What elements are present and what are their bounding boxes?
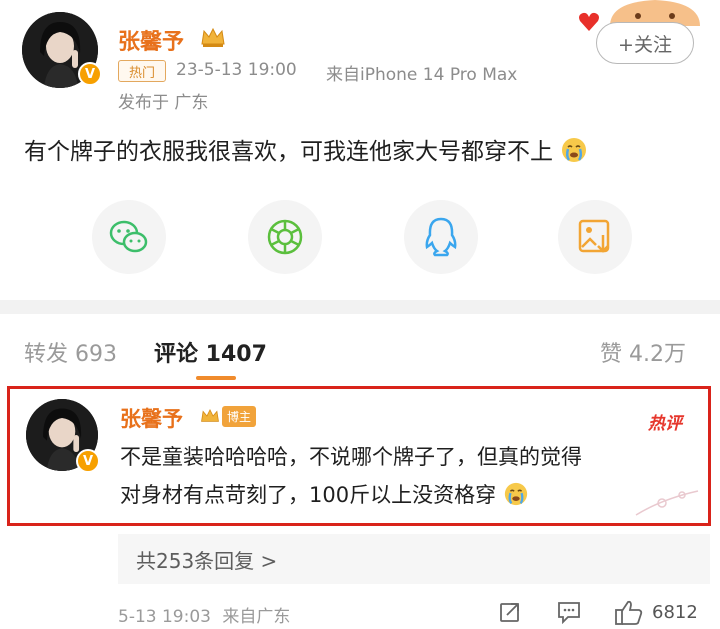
- comment-datetime: 5-13 19:03: [118, 607, 211, 627]
- comment-meta: 5-13 19:03 来自广东: [118, 602, 290, 627]
- active-tab-indicator: [196, 376, 236, 380]
- wechat-icon: [109, 220, 148, 253]
- blogger-tag: 博主: [222, 405, 257, 427]
- heart-decoration-icon: [579, 12, 599, 32]
- hot-tag: 热门: [118, 60, 166, 82]
- view-replies-link[interactable]: 共253条回复 >: [118, 534, 710, 584]
- interaction-tabs: 转发 693 评论 1407 赞 4.2万: [0, 314, 720, 386]
- post-text: 有个牌子的衣服我很喜欢，可我连他家大号都穿不上: [24, 132, 588, 166]
- moments-icon: [267, 219, 303, 255]
- verified-badge-icon: V: [78, 62, 102, 86]
- post-location: 发布于 广东: [118, 93, 209, 113]
- section-divider: [0, 300, 720, 314]
- tab-like[interactable]: 赞 4.2万: [600, 336, 686, 368]
- comment-footer: 5-13 19:03 来自广东 6812: [0, 592, 720, 629]
- post-source: 来自iPhone 14 Pro Max: [326, 65, 518, 85]
- save-image-button[interactable]: [558, 200, 632, 274]
- follow-button[interactable]: +关注: [596, 22, 694, 64]
- post-text-content: 有个牌子的衣服我很喜欢，可我连他家大号都穿不上: [24, 139, 553, 165]
- flower-decoration-icon: [635, 490, 699, 516]
- comment-source: 来自广东: [222, 607, 291, 627]
- hot-comment-tag: 热评: [648, 414, 682, 434]
- wechat-share-button[interactable]: [92, 200, 166, 274]
- thumbs-up-icon[interactable]: [614, 600, 644, 626]
- tab-repost[interactable]: 转发 693: [24, 336, 117, 368]
- post-author-name[interactable]: 张馨予: [118, 24, 184, 56]
- tab-comment[interactable]: 评论 1407: [154, 336, 267, 368]
- comment-author-name[interactable]: 张馨予: [120, 403, 183, 433]
- save-image-icon: [578, 219, 610, 253]
- crown-icon: [201, 408, 219, 422]
- share-row: [0, 196, 720, 276]
- post-datetime: 23-5-13 19:00: [176, 60, 297, 80]
- crown-icon: [201, 27, 225, 47]
- qq-icon: [425, 217, 457, 257]
- comment-like-count: 6812: [652, 602, 698, 623]
- cry-emoji-icon: [562, 138, 587, 162]
- moments-share-button[interactable]: [248, 200, 322, 274]
- comment-verified-badge-icon: V: [76, 449, 100, 473]
- comment-text-line-1: 不是童装哈哈哈哈，不说哪个牌子了，但真的觉得: [120, 445, 582, 469]
- comment-icon[interactable]: [556, 600, 582, 624]
- cry-emoji-icon: [504, 482, 527, 506]
- weibo-post: V 张馨予 热门 23-5-13 19:00 来自iPhone 14 Pro M…: [0, 0, 720, 300]
- comment-text-line-2: 对身材有点苛刻了，100斤以上没资格穿: [120, 479, 529, 509]
- comment-text-line-2-content: 对身材有点苛刻了，100斤以上没资格穿: [120, 483, 497, 507]
- qq-share-button[interactable]: [404, 200, 478, 274]
- blogger-badge: 博主: [200, 403, 257, 429]
- share-icon[interactable]: [498, 600, 522, 624]
- hot-comment: V 张馨予 博主 热评 不是童装哈哈哈哈，不说哪个牌子了，但真的觉得 对身材有点…: [7, 386, 711, 526]
